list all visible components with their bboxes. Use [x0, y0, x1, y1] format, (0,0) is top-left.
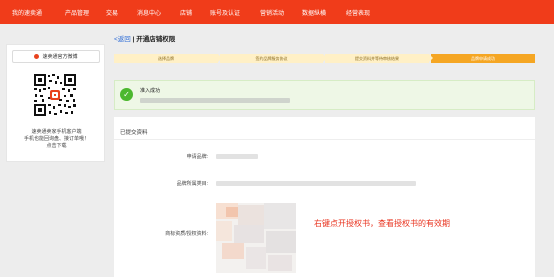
- thumb-block: [266, 231, 296, 253]
- top-nav: 我的速卖通 产品管理 交易 消息中心 店铺 账号及认证 营销活动 数据纵横 经营…: [0, 0, 554, 24]
- thumb-block: [268, 255, 292, 271]
- thumb-block: [264, 203, 296, 229]
- check-circle-icon: ✓: [120, 88, 133, 101]
- sidebar-panel: 速卖通官方微博 速卖通卖家手机客户端 手机也能回询盘、接订单哦！ 点击下载: [6, 44, 105, 162]
- app-download-qr-code[interactable]: [33, 73, 77, 117]
- step-arrow-icon: [323, 54, 327, 62]
- progress-steps: 选择品牌 签约品牌服务协议 提交资料并等待审核结果 品牌申请成功: [114, 54, 535, 63]
- thumb-block: [216, 221, 232, 241]
- nav-item-data[interactable]: 数据纵横: [302, 8, 326, 17]
- qr-caption-line-2: 手机也能回询盘、接订单哦！: [23, 136, 89, 142]
- submitted-data-card: 已提交资料 申请品牌: 品牌所属类目: 商标资质/授权资料: 右键点开授权书，查…: [114, 117, 535, 277]
- step-label: 提交资料并等待审核结果: [355, 55, 399, 61]
- success-notice: ✓ 准入成功: [114, 80, 535, 110]
- weibo-icon: [34, 54, 40, 59]
- qr-caption: 速卖通卖家手机客户端 手机也能回询盘、接订单哦！ 点击下载: [9, 129, 104, 150]
- nav-item-trade[interactable]: 交易: [106, 8, 118, 17]
- section-title: 已提交资料: [120, 130, 148, 136]
- nav-item-marketing[interactable]: 营销活动: [260, 8, 284, 17]
- step-label: 选择品牌: [158, 55, 174, 61]
- annotation-note: 右键点开授权书，查看授权书的有效期: [314, 219, 450, 228]
- step-sign-agreement: 签约品牌服务协议: [220, 54, 327, 63]
- official-weibo-button[interactable]: 速卖通官方微博: [12, 50, 100, 63]
- thumb-block: [222, 243, 244, 259]
- step-arrow-icon: [429, 54, 433, 62]
- field-label-category: 品牌所属类目:: [176, 181, 208, 187]
- nav-item-performance[interactable]: 经营表现: [346, 8, 370, 17]
- thumb-block: [234, 225, 264, 243]
- success-title: 准入成功: [140, 88, 161, 94]
- nav-item-products[interactable]: 产品管理: [65, 8, 89, 17]
- breadcrumb-separator: |: [132, 36, 135, 43]
- qr-caption-download-link[interactable]: 点击下载: [9, 143, 104, 150]
- step-submit-review: 提交资料并等待审核结果: [325, 54, 433, 63]
- breadcrumb: <返回 | 开通店铺权限: [114, 33, 175, 43]
- authorization-document-thumbnail[interactable]: [216, 203, 296, 273]
- official-weibo-label: 速卖通官方微博: [42, 54, 78, 60]
- thumb-block: [246, 247, 266, 269]
- field-value-brand-redacted: [216, 154, 258, 159]
- field-value-category-redacted: [216, 181, 416, 186]
- step-arrow-icon: [218, 54, 222, 62]
- qr-caption-line-1: 速卖通卖家手机客户端: [31, 129, 82, 135]
- back-link[interactable]: <返回: [114, 36, 131, 43]
- nav-item-store[interactable]: 店铺: [180, 8, 192, 17]
- divider: [114, 139, 535, 140]
- page-title: 开通店铺权限: [136, 36, 176, 43]
- step-label: 品牌申请成功: [471, 55, 495, 61]
- step-label: 签约品牌服务协议: [255, 55, 288, 61]
- step-select-brand: 选择品牌: [114, 54, 222, 63]
- nav-item-account[interactable]: 账号及认证: [210, 8, 240, 17]
- success-detail-redacted: [140, 98, 290, 103]
- field-label-brand: 申请品牌:: [186, 154, 208, 160]
- field-label-authorization: 商标资质/授权资料:: [165, 231, 208, 237]
- nav-item-messages[interactable]: 消息中心: [137, 8, 161, 17]
- thumb-block: [238, 205, 264, 225]
- nav-item-my-aliexpress[interactable]: 我的速卖通: [12, 8, 42, 17]
- step-success: 品牌申请成功: [431, 54, 535, 63]
